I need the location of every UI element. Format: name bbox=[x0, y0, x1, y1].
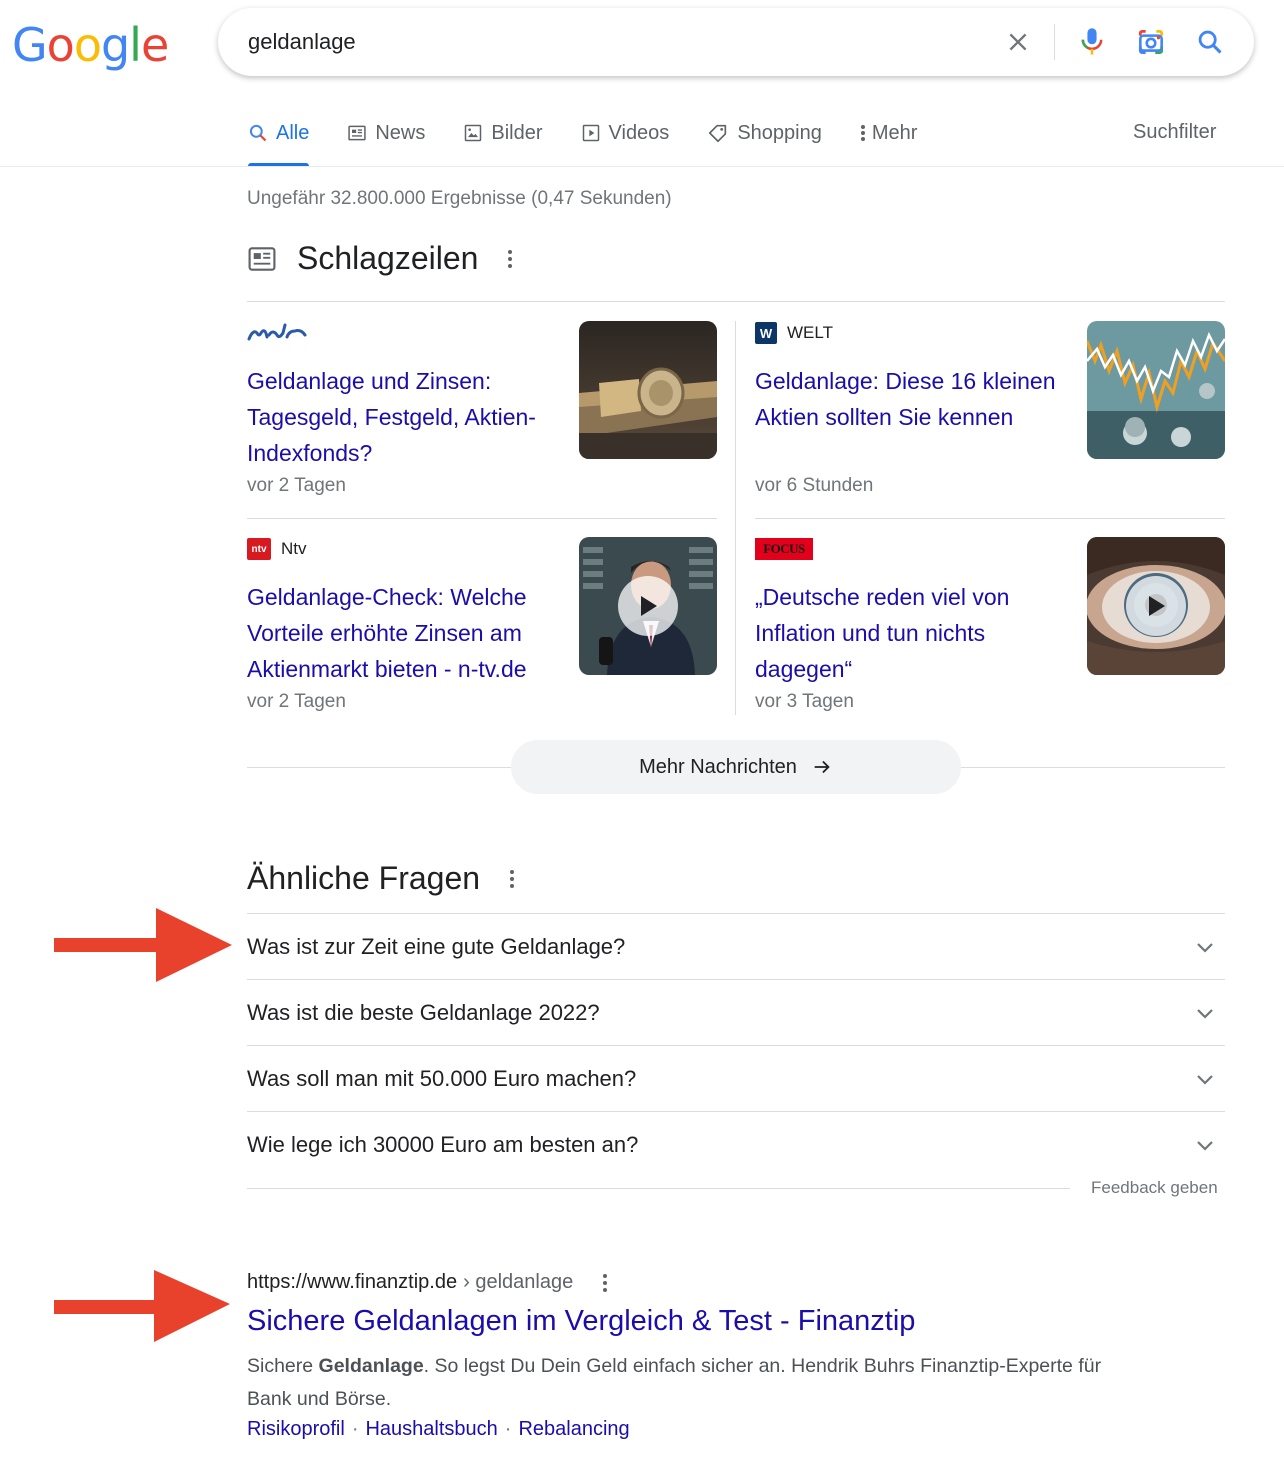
result-stats: Ungefähr 32.800.000 Ergebnisse (0,47 Sek… bbox=[247, 188, 672, 209]
news-thumbnail[interactable] bbox=[579, 321, 717, 459]
sitelink[interactable]: Risikoprofil bbox=[247, 1418, 345, 1441]
google-logo[interactable]: Google bbox=[12, 18, 169, 72]
news-time: vor 3 Tagen bbox=[755, 691, 854, 712]
paa-question[interactable]: Was soll man mit 50.000 Euro machen? bbox=[247, 1045, 1225, 1111]
tab-bilder[interactable]: Bilder bbox=[463, 116, 543, 150]
news-card[interactable]: ntv Ntv Geldanlage-Check: Welche Vorteil… bbox=[247, 537, 717, 712]
tab-label: News bbox=[375, 121, 426, 144]
news-card[interactable]: Geldanlage und Zinsen: Tagesgeld, Festge… bbox=[247, 321, 717, 496]
paa-question-text: Was soll man mit 50.000 Euro machen? bbox=[247, 1065, 637, 1091]
news-title[interactable]: Geldanlage und Zinsen: Tagesgeld, Festge… bbox=[247, 363, 557, 471]
annotation-arrow bbox=[54, 1270, 230, 1342]
tab-mehr[interactable]: Mehr bbox=[860, 116, 918, 150]
more-vert-icon bbox=[860, 125, 865, 141]
focus-logo-icon: FOCUS bbox=[755, 538, 813, 560]
ntv-logo-icon: ntv bbox=[247, 538, 271, 560]
video-thumbnail[interactable] bbox=[579, 537, 717, 675]
feedback-link[interactable]: Feedback geben bbox=[1091, 1178, 1218, 1198]
paa-question-text: Was ist die beste Geldanlage 2022? bbox=[247, 999, 600, 1025]
divider bbox=[247, 518, 717, 519]
news-thumbnail[interactable] bbox=[1087, 321, 1225, 459]
tag-icon bbox=[709, 124, 727, 143]
snippet-text: Sichere bbox=[247, 1355, 319, 1377]
result-url-domain: https://www.finanztip.de bbox=[247, 1271, 458, 1293]
tab-label: Videos bbox=[608, 121, 670, 144]
paa-title: Ähnliche Fragen bbox=[247, 860, 481, 896]
image-icon bbox=[465, 124, 482, 142]
news-icon bbox=[348, 125, 367, 141]
headlines-title: Schlagzeilen bbox=[297, 240, 479, 276]
divider bbox=[755, 518, 1225, 519]
suchfilter-button[interactable]: Suchfilter bbox=[1133, 121, 1216, 144]
more-news-label: Mehr Nachrichten bbox=[639, 755, 797, 778]
chevron-down-icon bbox=[1197, 1008, 1213, 1019]
tab-videos[interactable]: Videos bbox=[581, 116, 670, 150]
headlines-header: Schlagzeilen bbox=[247, 240, 513, 277]
paa-question-text: Wie lege ich 30000 Euro am besten an? bbox=[247, 1131, 639, 1157]
news-source-name: Ntv bbox=[281, 539, 307, 558]
paa-question-text: Was ist zur Zeit eine gute Geldanlage? bbox=[247, 933, 626, 959]
mdr-logo bbox=[247, 323, 307, 341]
news-time: vor 6 Stunden bbox=[755, 475, 874, 496]
chevron-down-icon bbox=[1197, 942, 1213, 953]
video-icon bbox=[582, 124, 599, 142]
column-divider bbox=[735, 321, 736, 715]
tab-label: Bilder bbox=[491, 121, 543, 144]
separator: · bbox=[351, 1418, 359, 1440]
divider bbox=[247, 1188, 1070, 1189]
clear-icon[interactable] bbox=[1002, 26, 1034, 58]
news-title[interactable]: „Deutsche reden viel von Inflation und t… bbox=[755, 579, 1065, 687]
tabs-divider bbox=[0, 166, 1284, 167]
search-icon bbox=[249, 124, 267, 142]
chevron-down-icon bbox=[1197, 1074, 1213, 1085]
search-tabs: Alle News Bilder Videos Shopping Mehr bbox=[248, 116, 955, 168]
tab-label: Alle bbox=[276, 121, 310, 144]
more-news-button[interactable]: Mehr Nachrichten bbox=[511, 740, 961, 794]
chevron-down-icon bbox=[1197, 1140, 1213, 1151]
tab-label: Shopping bbox=[737, 121, 822, 144]
news-source-name: WELT bbox=[787, 323, 833, 342]
paa-header: Ähnliche Fragen bbox=[247, 860, 515, 897]
arrow-right-icon bbox=[814, 760, 830, 774]
divider bbox=[247, 301, 1225, 302]
news-time: vor 2 Tagen bbox=[247, 691, 346, 712]
news-card[interactable]: FOCUS „Deutsche reden viel von Inflation… bbox=[755, 537, 1225, 712]
annotation-arrow bbox=[54, 908, 232, 982]
more-options-icon[interactable] bbox=[508, 249, 513, 268]
search-input[interactable]: geldanlage bbox=[248, 29, 356, 55]
play-icon[interactable] bbox=[1126, 576, 1186, 636]
welt-logo-icon: W bbox=[755, 322, 777, 344]
result-snippet: Sichere Geldanlage. So legst Du Dein Gel… bbox=[247, 1350, 1147, 1416]
more-options-icon[interactable] bbox=[603, 1273, 608, 1292]
news-title[interactable]: Geldanlage-Check: Welche Vorteile erhöht… bbox=[247, 579, 557, 687]
snippet-highlight: Geldanlage bbox=[318, 1355, 424, 1377]
sitelinks: Risikoprofil · Haushaltsbuch · Rebalanci… bbox=[247, 1418, 630, 1441]
result-url-breadcrumb: › geldanlage bbox=[463, 1271, 574, 1293]
search-icon[interactable] bbox=[1194, 26, 1226, 58]
paa-question[interactable]: Was ist die beste Geldanlage 2022? bbox=[247, 979, 1225, 1045]
sitelink[interactable]: Haushaltsbuch bbox=[365, 1418, 497, 1441]
paa-question[interactable]: Wie lege ich 30000 Euro am besten an? bbox=[247, 1111, 1225, 1177]
news-time: vor 2 Tagen bbox=[247, 475, 346, 496]
camera-lens-icon[interactable] bbox=[1135, 26, 1167, 58]
video-thumbnail[interactable] bbox=[1087, 537, 1225, 675]
more-options-icon[interactable] bbox=[510, 869, 515, 888]
tab-shopping[interactable]: Shopping bbox=[707, 116, 822, 150]
tab-news[interactable]: News bbox=[347, 116, 425, 150]
separator: · bbox=[504, 1418, 512, 1440]
search-box[interactable]: geldanlage bbox=[218, 8, 1254, 76]
tab-alle[interactable]: Alle bbox=[248, 116, 310, 166]
paa-question[interactable]: Was ist zur Zeit eine gute Geldanlage? bbox=[247, 913, 1225, 979]
sitelink[interactable]: Rebalancing bbox=[518, 1418, 629, 1441]
news-title[interactable]: Geldanlage: Diese 16 kleinen Aktien soll… bbox=[755, 363, 1065, 435]
result-title[interactable]: Sichere Geldanlagen im Vergleich & Test … bbox=[247, 1305, 915, 1338]
news-icon bbox=[248, 246, 276, 271]
microphone-icon[interactable] bbox=[1076, 26, 1108, 58]
tab-label: Mehr bbox=[871, 121, 918, 144]
news-card[interactable]: W WELT Geldanlage: Diese 16 kleinen Akti… bbox=[755, 321, 1225, 496]
result-url[interactable]: https://www.finanztip.de › geldanlage bbox=[247, 1271, 608, 1294]
play-icon[interactable] bbox=[618, 576, 678, 636]
search-divider bbox=[1054, 24, 1055, 60]
